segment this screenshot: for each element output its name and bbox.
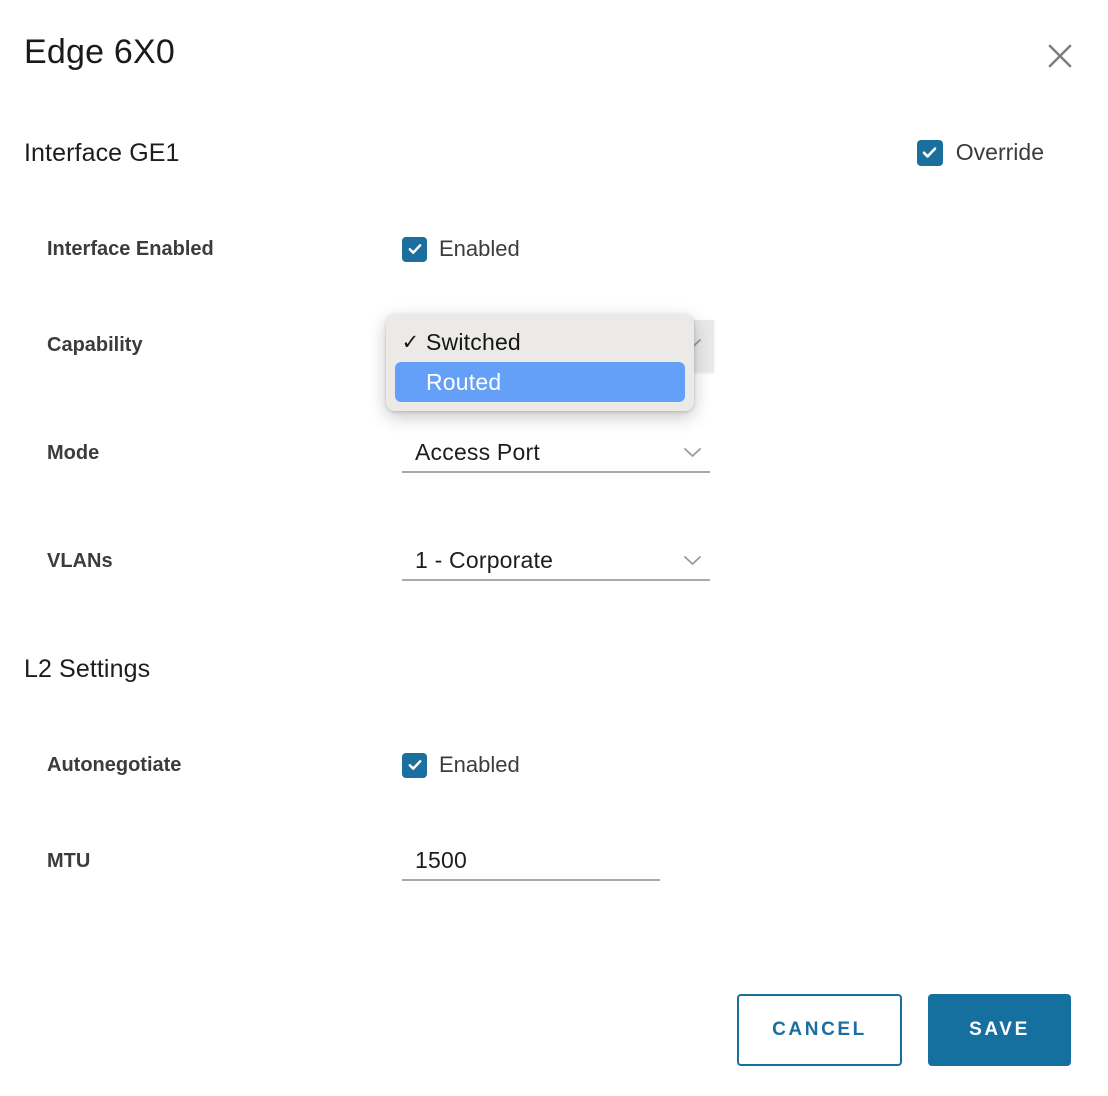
edge-configuration-dialog: Edge 6X0 Interface GE1 Override Interfac… [0, 0, 1108, 1096]
checkmark-icon: ✓ [401, 330, 420, 354]
close-icon [1045, 41, 1075, 71]
dropdown-option-label: Routed [426, 368, 502, 395]
autonegotiate-control: Enabled [402, 745, 520, 785]
autonegotiate-label: Autonegotiate [47, 754, 182, 776]
mode-control: Access Port [402, 433, 710, 473]
chevron-down-icon [683, 554, 702, 567]
chevron-down-icon [683, 446, 702, 459]
checkmark-icon [407, 757, 423, 773]
save-button[interactable]: SAVE [928, 994, 1071, 1066]
mtu-label: MTU [47, 850, 91, 872]
override-checkbox-group[interactable]: Override [916, 139, 1044, 166]
vlans-label: VLANs [47, 550, 113, 572]
mtu-field[interactable] [402, 841, 660, 881]
dialog-title: Edge 6X0 [24, 33, 175, 71]
row-interface-enabled: Interface Enabled Enabled [0, 229, 1108, 269]
override-label: Override [955, 139, 1044, 165]
section-heading-interface: Interface GE1 [24, 139, 180, 167]
dropdown-option-routed[interactable]: Routed [395, 362, 685, 402]
interface-enabled-control: Enabled [402, 229, 520, 269]
checkmark-icon [921, 144, 938, 161]
capability-dropdown-popup[interactable]: ✓ Switched Routed [386, 314, 694, 411]
row-autonegotiate: Autonegotiate Enabled [0, 745, 1108, 785]
row-mtu: MTU [0, 841, 1108, 881]
autonegotiate-value: Enabled [439, 752, 520, 777]
interface-enabled-label: Interface Enabled [47, 238, 214, 260]
capability-label: Capability [47, 334, 143, 356]
dropdown-option-label: Switched [426, 328, 521, 355]
mtu-input[interactable] [402, 845, 660, 875]
checkmark-icon [407, 241, 423, 257]
mode-value: Access Port [415, 438, 540, 465]
interface-enabled-checkbox-group[interactable]: Enabled [402, 236, 520, 262]
vlans-control: 1 - Corporate [402, 541, 710, 581]
row-mode: Mode Access Port [0, 433, 1108, 473]
section-heading-l2: L2 Settings [24, 655, 151, 683]
interface-enabled-checkbox[interactable] [402, 236, 427, 262]
autonegotiate-checkbox-group[interactable]: Enabled [402, 752, 520, 778]
mtu-control [402, 841, 660, 881]
vlans-value: 1 - Corporate [415, 546, 554, 573]
cancel-button[interactable]: CANCEL [737, 994, 902, 1066]
dropdown-option-switched[interactable]: ✓ Switched [395, 322, 685, 362]
override-checkbox[interactable] [916, 139, 943, 166]
close-button[interactable] [1038, 34, 1082, 78]
row-vlans: VLANs 1 - Corporate [0, 541, 1108, 581]
mode-select[interactable]: Access Port [402, 433, 710, 473]
dialog-footer: CANCEL SAVE [0, 994, 1108, 1066]
vlans-select[interactable]: 1 - Corporate [402, 541, 710, 581]
interface-enabled-value: Enabled [439, 236, 520, 261]
mode-label: Mode [47, 442, 100, 464]
autonegotiate-checkbox[interactable] [402, 752, 427, 778]
